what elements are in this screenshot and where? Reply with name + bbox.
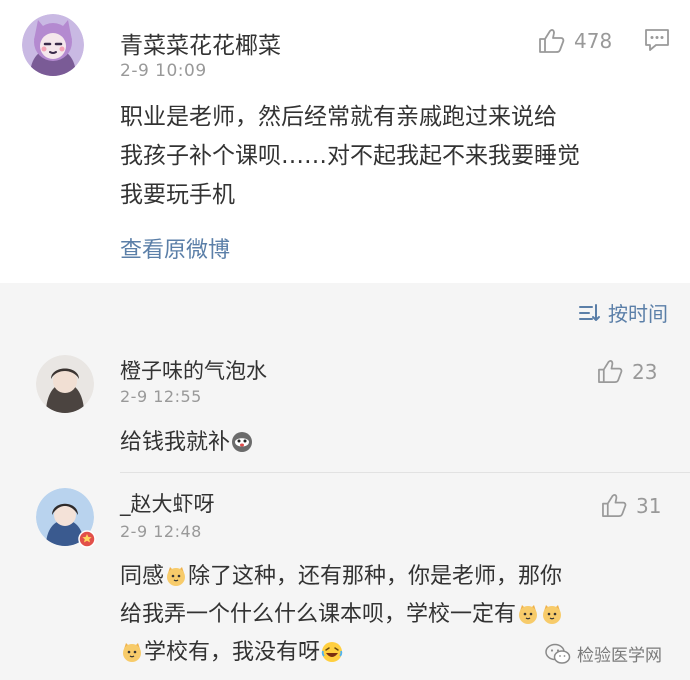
verified-badge-icon [78, 530, 96, 548]
comment-icon [645, 29, 669, 51]
watermark: 检验医学网 [545, 641, 662, 666]
timestamp: 2-9 10:09 [120, 61, 207, 81]
like-button[interactable]: 31 [601, 493, 661, 518]
reply-item: 橙子味的气泡水 2-9 12:55 23 给钱我就补 [0, 341, 690, 473]
cat-emoji-icon [167, 567, 186, 586]
username[interactable]: 青菜菜花花椰菜 [120, 26, 281, 60]
main-post: 青菜菜花花椰菜 2-9 10:09 478 职业是老师，然后经常就有亲戚跑过来说… [0, 0, 690, 283]
timestamp: 2-9 12:55 [120, 387, 202, 406]
reply-text-line: 同感 除了这种，还有那种，你是老师，那你 [120, 558, 562, 596]
like-count: 23 [632, 359, 658, 384]
user-avatar[interactable] [22, 14, 84, 76]
thumbs-up-icon [598, 360, 623, 383]
reply-text: 给钱我就补 [120, 424, 254, 462]
sort-by-time-button[interactable]: 按时间 [579, 298, 668, 327]
reply-list: 橙子味的气泡水 2-9 12:55 23 给钱我就补 _赵大虾呀 2-9 12:… [0, 341, 690, 680]
watermark-text: 检验医学网 [577, 646, 662, 666]
cat-emoji-icon [123, 643, 141, 662]
photo-avatar-icon [36, 355, 94, 413]
timestamp: 2-9 12:48 [120, 522, 202, 541]
reply-text-line: 给我弄一个什么什么课本呗，学校一定有 [120, 596, 564, 634]
username[interactable]: 橙子味的气泡水 [120, 355, 267, 385]
husky-emoji-icon [232, 432, 253, 452]
post-body-line: 职业是老师，然后经常就有亲戚跑过来说给 [120, 104, 557, 130]
like-button[interactable]: 478 [538, 28, 612, 54]
sort-lines-icon [579, 303, 600, 321]
thumbs-up-icon [539, 29, 565, 53]
wechat-icon [545, 643, 571, 664]
reply-text-line: 学校有，我没有呀 [120, 634, 344, 672]
cat-emoji-icon [519, 605, 538, 624]
view-original-link[interactable]: 查看原微博 [120, 232, 230, 264]
post-body-line: 我要玩手机 [120, 182, 235, 208]
laughing-emoji-icon [321, 642, 343, 662]
like-button[interactable]: 23 [597, 359, 657, 384]
reply-text-part: 同感 [120, 564, 165, 589]
reply-text-part: 给钱我就补 [120, 430, 231, 455]
cat-emoji-icon [543, 605, 562, 624]
like-count: 478 [574, 29, 613, 53]
post-body: 职业是老师，然后经常就有亲戚跑过来说给 我孩子补个课呗……对不起我起不来我要睡觉… [120, 98, 665, 215]
reply-text-part: 给我弄一个什么什么课本呗，学校一定有 [120, 602, 517, 627]
sort-label: 按时间 [608, 302, 668, 326]
comment-button[interactable] [644, 27, 670, 53]
post-body-line: 我孩子补个课呗……对不起我起不来我要睡觉 [120, 143, 580, 169]
cartoon-avatar-icon [22, 14, 84, 76]
username[interactable]: _赵大虾呀 [120, 488, 215, 518]
thumbs-up-icon [602, 494, 627, 517]
sort-bar: 按时间 [0, 283, 690, 341]
like-count: 31 [636, 493, 662, 518]
reply-text-part: 学校有，我没有呀 [144, 640, 321, 665]
reply-text-part: 除了这种，还有那种，你是老师，那你 [188, 564, 563, 589]
user-avatar[interactable] [36, 355, 94, 413]
